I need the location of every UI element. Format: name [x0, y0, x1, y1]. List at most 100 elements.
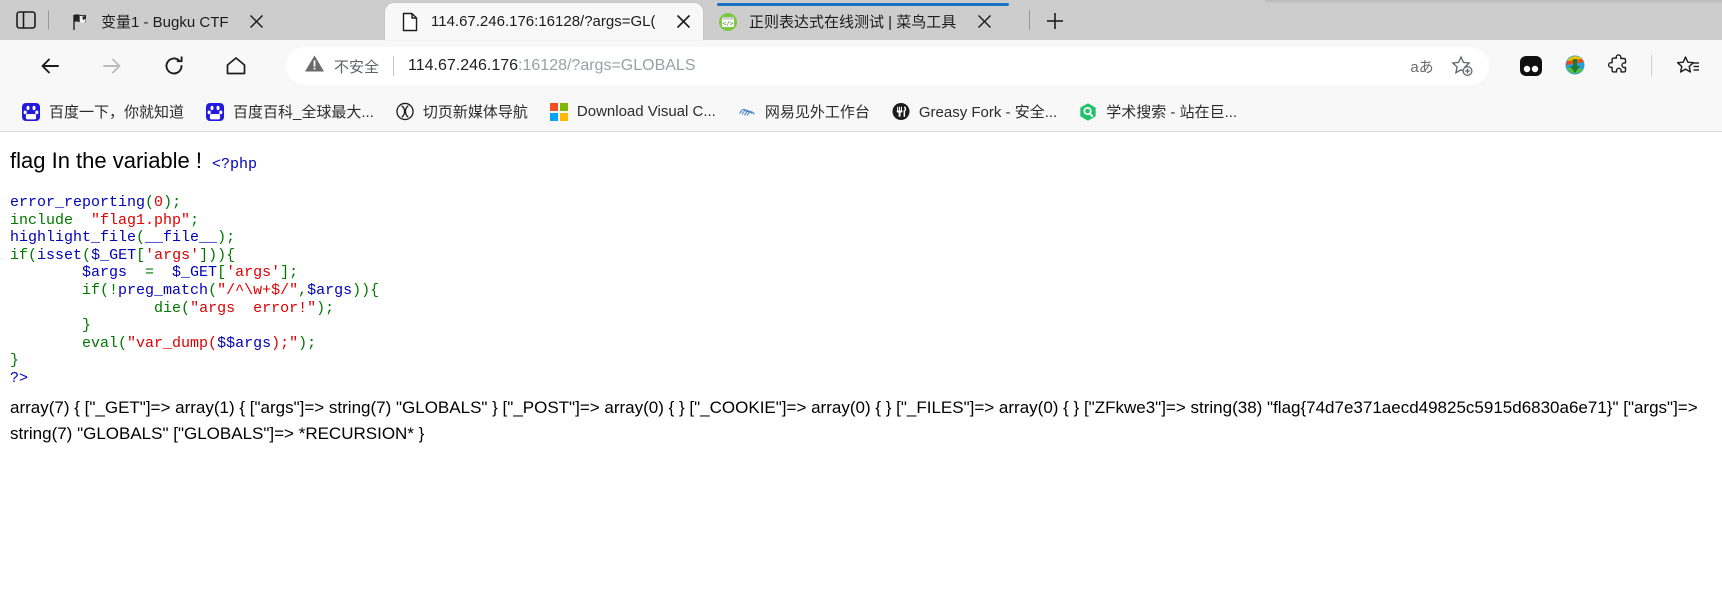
tab-globals-page[interactable]: 114.67.246.176:16128/?args=GL(	[385, 3, 703, 40]
code-token: die	[154, 299, 182, 317]
sidebar-panel-icon[interactable]	[6, 3, 46, 37]
code-token: $_GET	[172, 264, 218, 282]
code-token: preg_match	[118, 281, 209, 299]
code-token: if	[10, 246, 29, 264]
translate-icon[interactable]: aあ	[1405, 49, 1439, 83]
bookmarks-bar: 百度一下，你就知道 百度百科_全球最大... 切页新媒体导航 Download …	[0, 92, 1722, 132]
bookmark-label: 网易见外工作台	[764, 104, 870, 121]
code-line: die("args error!");	[10, 300, 1710, 318]
bookmark-label: 学术搜索 - 站在巨...	[1106, 104, 1238, 121]
code-token: (	[136, 229, 146, 247]
code-line: $args = $_GET['args'];	[10, 264, 1710, 282]
code-token: 'args'	[226, 264, 281, 282]
code-token: $args	[82, 264, 128, 282]
code-token: (	[181, 299, 191, 317]
bookmark-label: Download Visual C...	[576, 103, 716, 120]
omnibox-divider	[393, 56, 395, 76]
tab-strip: 变量1 - Bugku CTF 114.67.246.176:16128/?ar…	[0, 0, 1722, 40]
page-title: flag In the variable ! <?php	[10, 148, 1710, 174]
code-token: error_reporting	[10, 194, 146, 211]
arrow-left-icon[interactable]	[30, 46, 70, 86]
code-token: (!	[100, 281, 119, 299]
code-token: [	[217, 264, 227, 282]
tab-loading-indicator	[717, 3, 1009, 6]
code-line: }	[10, 317, 1710, 335]
browser-toolbar: 不安全 114.67.246.176:16128/?args=GLOBALS a…	[0, 40, 1722, 92]
scholar-hex-icon	[1079, 102, 1097, 121]
svg-text:</>: </>	[723, 20, 734, 27]
netease-fan-icon	[738, 103, 756, 121]
code-token: ,	[298, 281, 308, 299]
code-token: );	[217, 229, 236, 247]
url-host: 114.67.246.176	[408, 57, 519, 74]
tab-close-button[interactable]	[970, 8, 998, 36]
code-token: $_GET	[91, 246, 137, 264]
baidu-paw-icon	[22, 102, 40, 121]
star-plus-icon[interactable]	[1445, 49, 1479, 83]
extensions-puzzle-icon[interactable]	[1599, 46, 1639, 86]
code-token: );	[163, 194, 182, 211]
code-token: }	[10, 352, 20, 370]
code-token: $$args	[217, 334, 272, 352]
code-line: if(!preg_match("/^\w+$/",$args)){	[10, 282, 1710, 300]
tab-close-button[interactable]	[669, 8, 697, 36]
code-window-icon: </>	[717, 11, 739, 33]
plus-icon[interactable]	[1037, 4, 1073, 38]
php-source-code: error_reporting(0); include "flag1.php"; h…	[10, 194, 1710, 370]
code-token: (	[118, 334, 128, 352]
code-token: eval	[82, 334, 119, 352]
code-token: "flag1.php"	[91, 211, 191, 229]
code-line: error_reporting(0);	[10, 194, 1710, 212]
bookmark-qieye-nav[interactable]: 切页新媒体导航	[388, 98, 536, 126]
security-status[interactable]: 不安全	[304, 54, 379, 78]
page-content: flag In the variable ! <?php error_repor…	[0, 132, 1722, 593]
omnibox-actions: aあ	[1399, 49, 1479, 83]
code-line: highlight_file(__file__);	[10, 229, 1710, 247]
bookmark-scholar-search[interactable]: 学术搜索 - 站在巨...	[1071, 98, 1245, 126]
home-icon[interactable]	[216, 46, 256, 86]
code-line: include "flag1.php";	[10, 212, 1710, 230]
address-bar[interactable]: 不安全 114.67.246.176:16128/?args=GLOBALS a…	[286, 47, 1489, 85]
blank-page-icon	[399, 11, 421, 33]
qieye-circle-icon	[396, 102, 414, 121]
bitwarden-icon[interactable]	[1511, 46, 1551, 86]
code-line: if(isset($_GET['args'])){	[10, 247, 1710, 265]
tab-regex-tool[interactable]: </> 正则表达式在线测试 | 菜鸟工具	[703, 3, 1023, 40]
tab-title: 114.67.246.176:16128/?args=GL(	[431, 13, 655, 30]
code-token: ;	[190, 211, 200, 229]
baidu-paw-icon	[206, 102, 225, 121]
code-token: include	[10, 211, 74, 229]
greasyfork-circle-icon	[892, 102, 910, 121]
bookmark-download-visual-c[interactable]: Download Visual C...	[542, 98, 724, 126]
url-path: :16128/?args=GLOBALS	[518, 57, 696, 74]
tab-title: 正则表达式在线测试 | 菜鸟工具	[749, 14, 957, 31]
php-open-tag: <?php	[212, 156, 258, 173]
tabstrip-divider	[48, 10, 49, 30]
collections-star-icon[interactable]	[1668, 46, 1708, 86]
bookmark-netease-jianwai[interactable]: 网易见外工作台	[730, 98, 878, 126]
bookmark-greasy-fork[interactable]: Greasy Fork - 安全...	[884, 98, 1065, 126]
internet-download-manager-icon[interactable]	[1555, 46, 1595, 86]
code-token: (	[82, 246, 92, 264]
code-line: eval("var_dump($$args);");	[10, 335, 1710, 353]
newtab-divider	[1029, 10, 1030, 30]
code-token: "var_dump(	[127, 334, 218, 352]
code-token: "/^\w+$/"	[217, 281, 299, 299]
tab-close-button[interactable]	[243, 8, 271, 36]
url-text[interactable]: 114.67.246.176:16128/?args=GLOBALS	[408, 57, 1399, 75]
tab-title: 变量1 - Bugku CTF	[101, 14, 229, 31]
php-close-tag: ?>	[10, 369, 29, 387]
code-token: (	[208, 281, 218, 299]
bookmark-baidu-search[interactable]: 百度一下，你就知道	[14, 98, 192, 126]
code-token: );	[298, 334, 317, 352]
code-line: }	[10, 352, 1710, 370]
tab-bugku-ctf[interactable]: 变量1 - Bugku CTF	[55, 3, 385, 40]
warning-triangle-icon	[304, 54, 325, 78]
bookmark-baidu-baike[interactable]: 百度百科_全球最大...	[198, 98, 382, 126]
code-token: __file__	[145, 229, 218, 247]
reload-icon[interactable]	[154, 46, 194, 86]
